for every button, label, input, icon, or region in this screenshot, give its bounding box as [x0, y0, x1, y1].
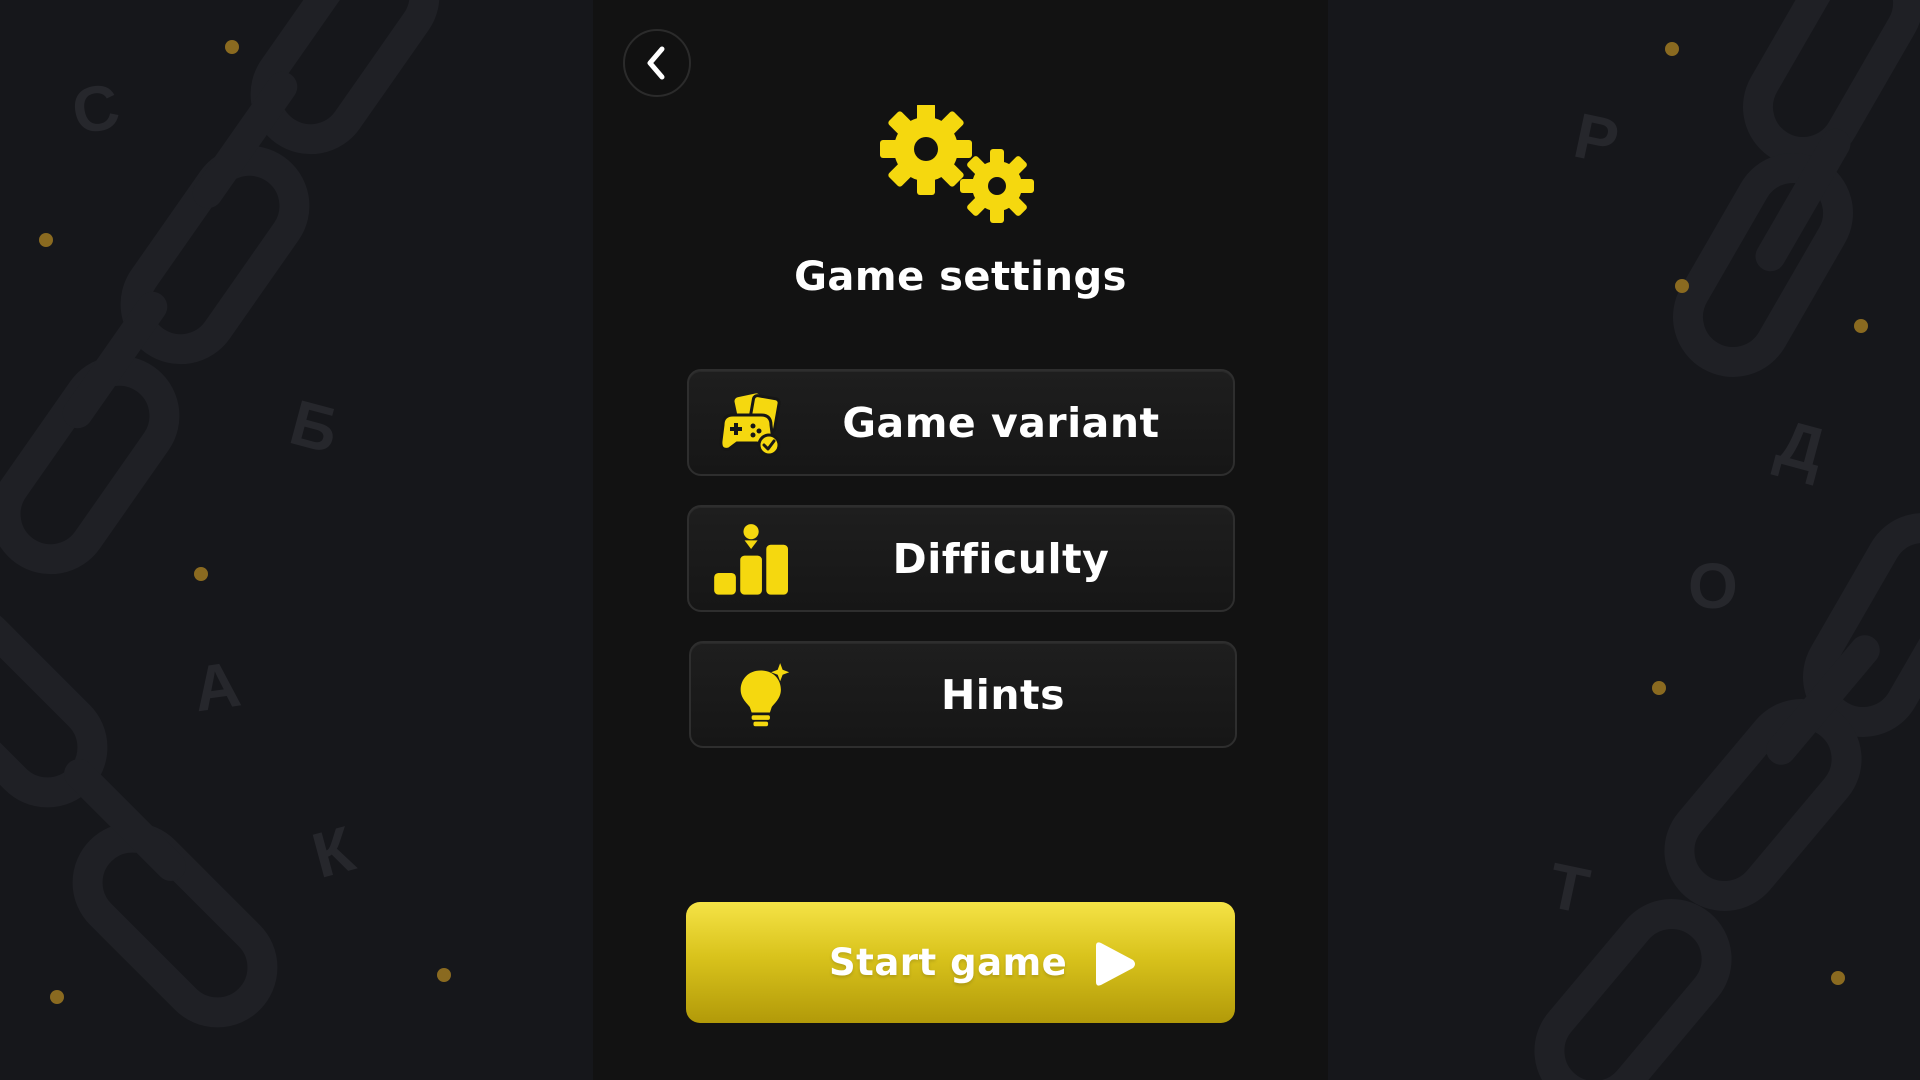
gears-icon — [880, 105, 1034, 223]
bg-letter: О — [1688, 550, 1738, 622]
difficulty-button[interactable]: Difficulty — [687, 505, 1235, 612]
bg-letter: Б — [283, 386, 346, 467]
game-settings-screen: С Б А К Р Д О Т Game settings Game varia… — [0, 0, 1920, 1080]
left-background: С Б А К — [0, 0, 593, 1080]
bg-letter: Д — [1770, 406, 1833, 487]
back-button[interactable] — [623, 29, 691, 97]
chevron-left-icon — [647, 46, 665, 80]
chain-decoration-left: С Б А К — [0, 0, 593, 1080]
bg-letter: К — [305, 812, 362, 892]
game-variant-label: Game variant — [842, 398, 1160, 447]
chain-decoration-right: Р Д О Т — [1328, 0, 1920, 1080]
bg-letter: А — [189, 648, 245, 726]
page-title: Game settings — [794, 254, 1127, 300]
game-variant-button[interactable]: Game variant — [687, 369, 1235, 476]
start-game-button[interactable]: Start game — [686, 902, 1235, 1023]
start-game-label: Start game — [829, 941, 1068, 984]
bg-letter: Т — [1542, 849, 1595, 928]
difficulty-label: Difficulty — [892, 534, 1110, 583]
bg-letter: Р — [1568, 99, 1625, 178]
hints-label: Hints — [940, 670, 1066, 719]
right-background: Р Д О Т — [1328, 0, 1920, 1080]
hints-button[interactable]: Hints — [689, 641, 1237, 748]
bg-letter: С — [67, 69, 125, 148]
play-icon — [1096, 942, 1135, 986]
